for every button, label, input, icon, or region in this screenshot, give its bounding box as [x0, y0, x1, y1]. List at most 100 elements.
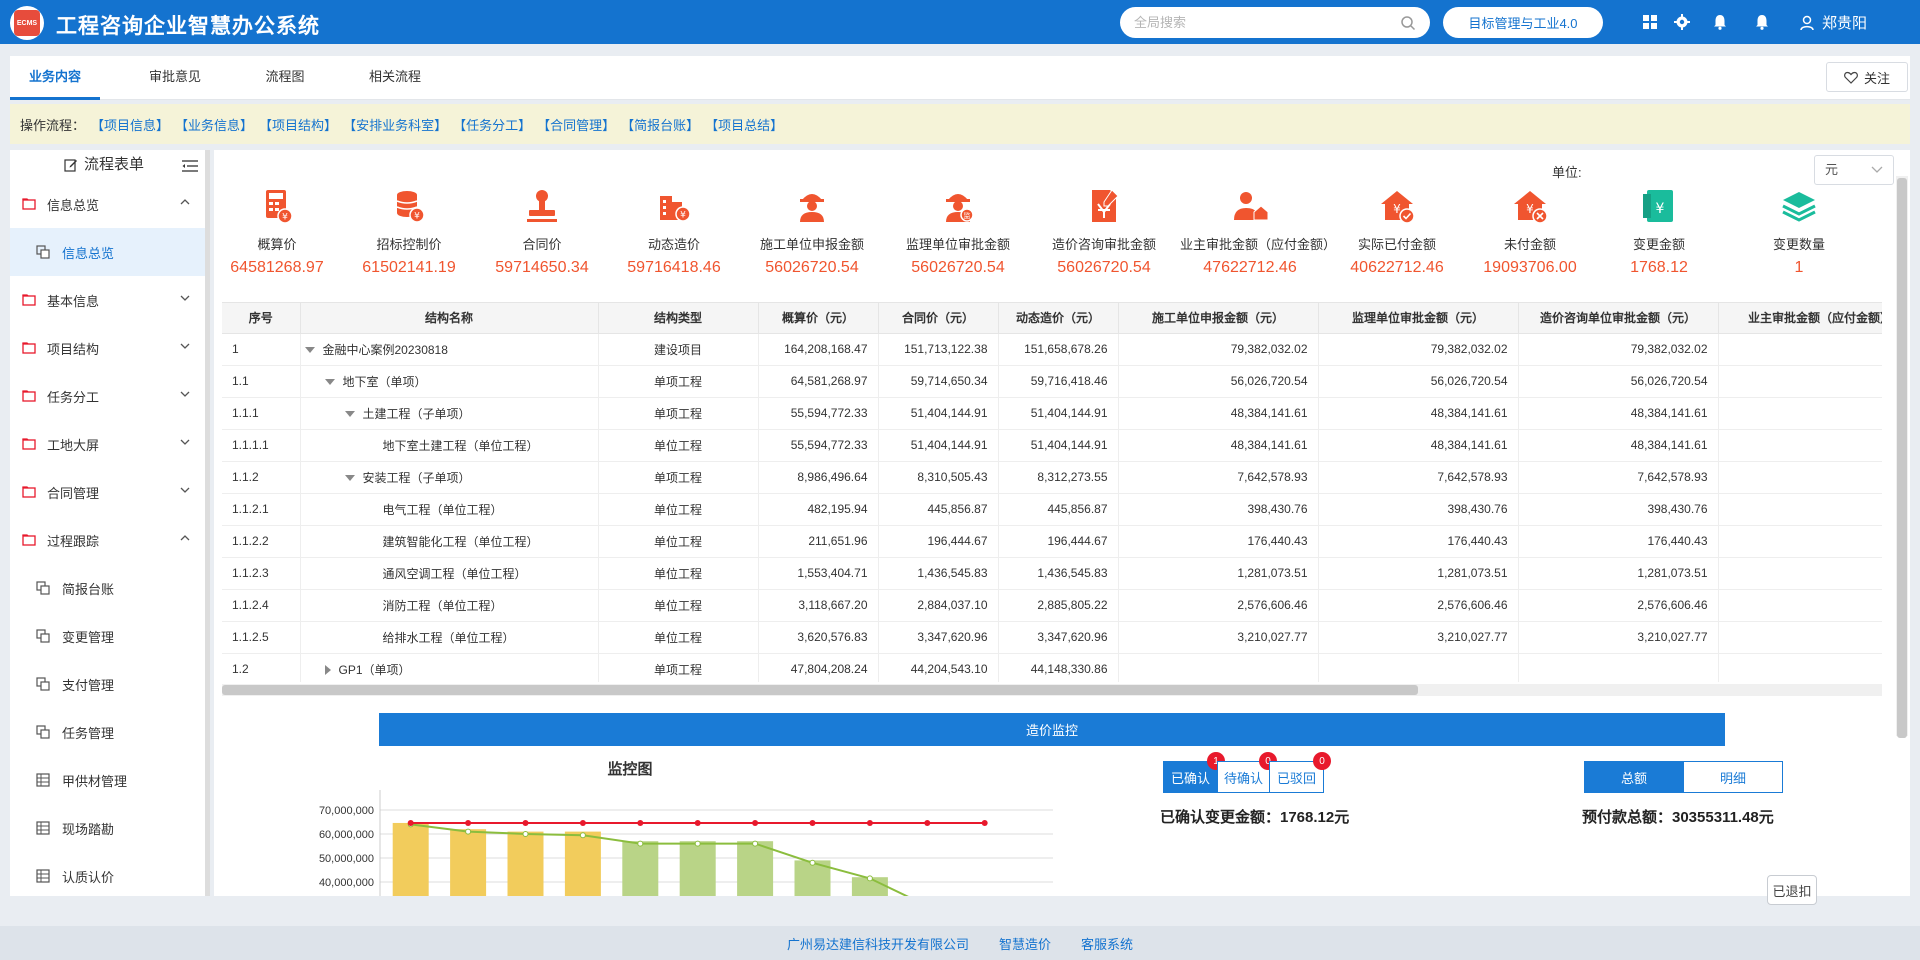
- app-logo[interactable]: ECMS: [10, 6, 44, 40]
- sidebar-item-4[interactable]: 任务分工: [10, 372, 210, 420]
- global-search[interactable]: [1120, 7, 1430, 38]
- table-row[interactable]: 1.1.1 土建工程（子单项） 单项工程 55,594,772.33 51,404,14…: [222, 397, 1882, 430]
- tab-business-content[interactable]: 业务内容: [10, 56, 100, 100]
- sidebar-item-5[interactable]: 工地大屏: [10, 420, 210, 468]
- chart-bar[interactable]: [737, 841, 774, 896]
- goal-management-button[interactable]: 目标管理与工业4.0: [1443, 7, 1603, 38]
- footer-link-company[interactable]: 广州易达建信科技开发有限公司: [787, 934, 969, 953]
- follow-button[interactable]: 关注: [1826, 62, 1908, 92]
- unit-select[interactable]: 元: [1814, 155, 1894, 185]
- collapse-caret-icon[interactable]: [324, 665, 331, 676]
- process-step-assign-department[interactable]: 【安排业务科室】: [343, 115, 447, 134]
- change-status-tab-1[interactable]: 待确认 0: [1217, 752, 1277, 793]
- green-point[interactable]: [579, 832, 586, 839]
- footer-link-support[interactable]: 客服系统: [1081, 934, 1133, 953]
- process-step-contract-management[interactable]: 【合同管理】: [537, 115, 615, 134]
- search-icon[interactable]: [1400, 15, 1416, 31]
- tab-flowchart[interactable]: 流程图: [255, 56, 315, 100]
- tab-related-process[interactable]: 相关流程: [360, 56, 430, 100]
- table-row[interactable]: 1.1.1.1 地下室土建工程（单位工程） 单位工程 55,594,772.33 51,…: [222, 429, 1882, 462]
- process-step-project-summary[interactable]: 【项目总结】: [705, 115, 783, 134]
- expand-caret-icon[interactable]: [324, 379, 335, 386]
- green-point[interactable]: [809, 859, 816, 866]
- change-status-tab-2[interactable]: 已驳回 0: [1269, 752, 1331, 793]
- column-header[interactable]: 监理单位审批金额（元）: [1318, 303, 1519, 334]
- sidebar-item-1[interactable]: 信息总览: [10, 228, 210, 276]
- table-row[interactable]: 1 金融中心案例20230818 建设项目 164,208,168.47 151,713…: [222, 333, 1882, 366]
- column-header[interactable]: 序号: [222, 303, 301, 334]
- sidebar-item-3[interactable]: 项目结构: [10, 324, 210, 372]
- green-point[interactable]: [866, 875, 873, 882]
- sidebar-item-9[interactable]: 变更管理: [10, 612, 210, 660]
- table-row[interactable]: 1.1.2.2 建筑智能化工程（单位工程） 单位工程 211,651.96 196,44…: [222, 525, 1882, 558]
- red-point[interactable]: [866, 820, 873, 827]
- chart-bar[interactable]: [392, 822, 429, 896]
- column-header[interactable]: 动态造价（元）: [998, 303, 1119, 334]
- table-row[interactable]: 1.1.2.4 消防工程（单位工程） 单位工程 3,118,667.20 2,884,0…: [222, 589, 1882, 622]
- chart-bar[interactable]: [679, 841, 716, 896]
- sidebar-item-0[interactable]: 信息总览: [10, 180, 210, 228]
- chart-bar[interactable]: [564, 831, 601, 896]
- expand-caret-icon[interactable]: [344, 475, 355, 482]
- main-scrollbar[interactable]: [1897, 178, 1907, 738]
- search-input[interactable]: [1134, 15, 1400, 30]
- tab-approval-opinions[interactable]: 审批意见: [140, 56, 210, 100]
- red-point[interactable]: [465, 820, 472, 827]
- red-point[interactable]: [752, 820, 759, 827]
- chart-bar[interactable]: [450, 829, 487, 896]
- red-point[interactable]: [579, 820, 586, 827]
- green-point[interactable]: [752, 840, 759, 847]
- change-status-tab-0[interactable]: 已确认 1: [1163, 752, 1225, 793]
- prepaid-view-tab-0[interactable]: 总额: [1584, 761, 1684, 793]
- sidebar-item-14[interactable]: 认质认价: [10, 852, 210, 896]
- footer-link-smart-cost[interactable]: 智慧造价: [999, 934, 1051, 953]
- green-point[interactable]: [522, 831, 529, 837]
- green-point[interactable]: [637, 840, 644, 847]
- alert-bell-icon[interactable]: [1752, 12, 1772, 32]
- process-step-project-info[interactable]: 【项目信息】: [91, 115, 169, 134]
- green-point[interactable]: [465, 828, 472, 835]
- table-row[interactable]: 1.1 地下室（单项） 单项工程 64,581,268.97 59,714,650.34…: [222, 365, 1882, 398]
- chart-bar[interactable]: [507, 831, 544, 896]
- red-point[interactable]: [809, 820, 816, 827]
- sidebar-item-7[interactable]: 过程跟踪: [10, 516, 210, 564]
- user-menu[interactable]: 郑贵阳: [1800, 12, 1867, 33]
- sidebar-item-10[interactable]: 支付管理: [10, 660, 210, 708]
- green-point[interactable]: [694, 840, 701, 847]
- prepaid-view-tab-1[interactable]: 明细: [1683, 761, 1783, 793]
- process-step-task-division[interactable]: 【任务分工】: [453, 115, 531, 134]
- table-horizontal-scrollbar[interactable]: [222, 685, 1418, 695]
- settings-gear-icon[interactable]: [1672, 12, 1692, 32]
- column-header[interactable]: 施工单位申报金额（元）: [1118, 303, 1319, 334]
- sidebar-item-8[interactable]: 简报台账: [10, 564, 210, 612]
- column-header[interactable]: 造价咨询单位审批金额（元）: [1518, 303, 1719, 334]
- apps-grid-icon[interactable]: [1640, 12, 1660, 32]
- chart-bar[interactable]: [622, 841, 659, 896]
- sidebar-item-13[interactable]: 现场踏勘: [10, 804, 210, 852]
- collapse-menu-icon[interactable]: [182, 159, 198, 173]
- sidebar-item-11[interactable]: 任务管理: [10, 708, 210, 756]
- red-point[interactable]: [407, 820, 414, 827]
- expand-caret-icon[interactable]: [344, 411, 355, 418]
- red-point[interactable]: [981, 820, 988, 827]
- sidebar-item-2[interactable]: 基本信息: [10, 276, 210, 324]
- process-step-briefing-ledger[interactable]: 【简报台账】: [621, 115, 699, 134]
- red-point[interactable]: [924, 820, 931, 827]
- table-row[interactable]: 1.1.2.1 电气工程（单位工程） 单位工程 482,195.94 445,856.8…: [222, 493, 1882, 526]
- column-header[interactable]: 业主审批金额（应付金额）: [1718, 303, 1882, 334]
- column-header[interactable]: 结构类型: [598, 303, 759, 334]
- returned-deduction-button[interactable]: 已退扣: [1767, 875, 1817, 905]
- expand-caret-icon[interactable]: [304, 347, 315, 354]
- column-header[interactable]: 结构名称: [300, 303, 599, 334]
- table-row[interactable]: 1.1.2 安装工程（子单项） 单项工程 8,986,496.64 8,310,505.…: [222, 461, 1882, 494]
- table-row[interactable]: 1.1.2.5 给排水工程（单位工程） 单位工程 3,620,576.83 3,347,…: [222, 621, 1882, 654]
- sidebar-item-6[interactable]: 合同管理: [10, 468, 210, 516]
- process-step-project-structure[interactable]: 【项目结构】: [259, 115, 337, 134]
- red-point[interactable]: [522, 820, 529, 827]
- table-row[interactable]: 1.1.2.3 通风空调工程（单位工程） 单位工程 1,553,404.71 1,436…: [222, 557, 1882, 590]
- column-header[interactable]: 合同价（元）: [878, 303, 999, 334]
- process-step-business-info[interactable]: 【业务信息】: [175, 115, 253, 134]
- red-point[interactable]: [694, 820, 701, 827]
- notification-bell-icon[interactable]: [1710, 12, 1730, 32]
- sidebar-item-12[interactable]: 甲供材管理: [10, 756, 210, 804]
